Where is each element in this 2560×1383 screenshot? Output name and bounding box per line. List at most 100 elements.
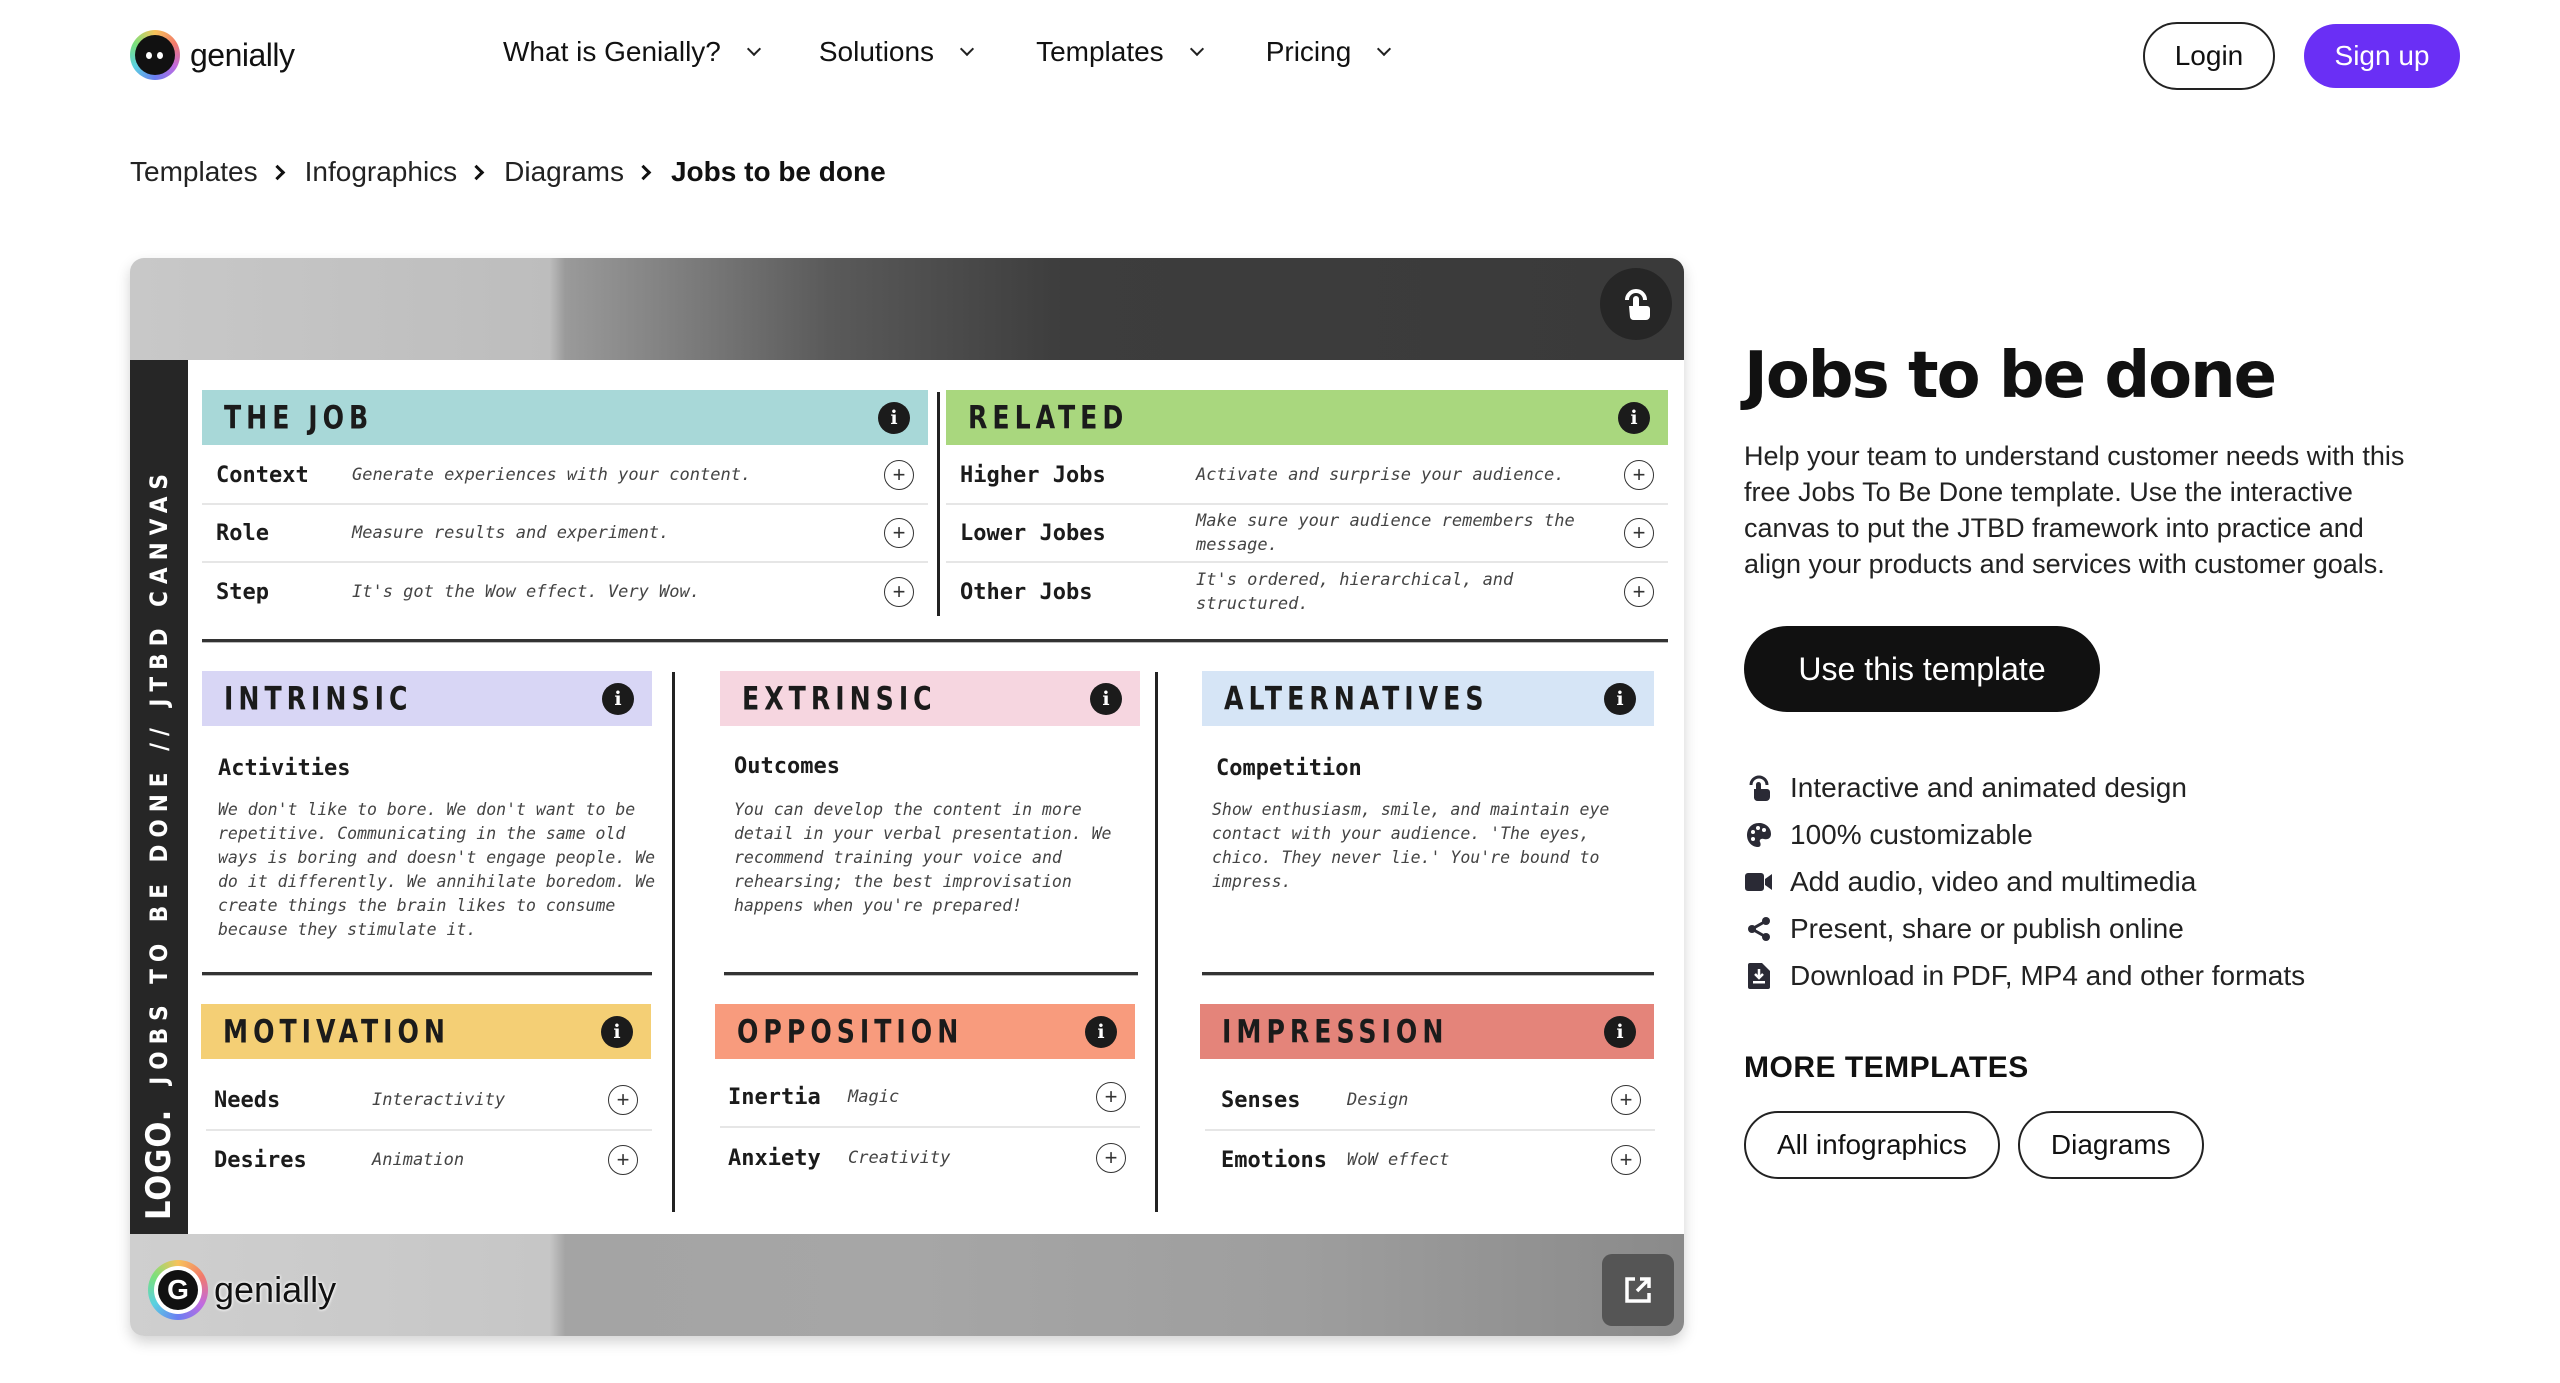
chevron-down-icon (1377, 41, 1392, 57)
row-label: Inertia (728, 1084, 821, 1110)
breadcrumb-templates[interactable]: Templates (130, 156, 258, 188)
feature-label: Interactive and animated design (1790, 771, 2187, 803)
plus-circle-icon[interactable]: + (1096, 1082, 1126, 1112)
section-subtitle: Activities (218, 756, 351, 781)
row-label: Anxiety (728, 1145, 821, 1171)
feature-label: Download in PDF, MP4 and other formats (1790, 959, 2306, 991)
side-logo-text: LOGO. (139, 1108, 179, 1220)
jtbd-canvas: THE JOB i Context Generate experiences wi… (188, 360, 1684, 1234)
feature-item: 100% customizable (1744, 811, 2444, 858)
download-file-icon (1744, 961, 1774, 991)
nav-label: Pricing (1265, 36, 1352, 67)
nav-what-is-genially[interactable]: What is Genially? (503, 36, 761, 68)
plus-circle-icon[interactable]: + (608, 1085, 638, 1115)
open-fullscreen-button[interactable] (1602, 1254, 1674, 1326)
row-label: Needs (214, 1087, 281, 1113)
row-label: Step (216, 579, 269, 605)
list-item: Higher Jobs Activate and surprise your au… (946, 447, 1668, 505)
list-item: Desires Animation + (206, 1131, 652, 1189)
impression-rows: Senses Design + Emotions WoW effect + (1205, 1071, 1655, 1189)
list-item: Senses Design + (1205, 1071, 1655, 1131)
share-icon (1744, 914, 1774, 944)
row-value: It's ordered, hierarchical, and structur… (1196, 570, 1514, 614)
list-item: Step It's got the Wow effect. Very Wow. + (202, 563, 928, 621)
list-item: Context Generate experiences with your co… (202, 447, 928, 505)
plus-circle-icon[interactable]: + (884, 518, 914, 548)
section-subtitle: Competition (1216, 756, 1362, 781)
nav-solutions[interactable]: Solutions (819, 36, 975, 68)
section-title: INTRINSIC (224, 679, 413, 718)
chevron-right-icon (468, 164, 485, 180)
plus-circle-icon[interactable]: + (1611, 1145, 1641, 1175)
info-icon[interactable]: i (1604, 682, 1636, 715)
feature-list: Interactive and animated design 100% cus… (1744, 764, 2444, 999)
breadcrumb-diagrams[interactable]: Diagrams (504, 156, 624, 188)
feature-item: Add audio, video and multimedia (1744, 858, 2444, 905)
info-icon[interactable]: i (1085, 1015, 1117, 1048)
section-title: RELATED (968, 398, 1129, 437)
info-icon[interactable]: i (1090, 682, 1122, 715)
template-preview[interactable]: LOGO. JOBS TO BE DONE // JTBD CANVAS THE … (130, 258, 1684, 1336)
chevron-down-icon (1189, 41, 1204, 57)
watermark-brand: genially (214, 1269, 337, 1310)
row-value: Measure results and experiment. (352, 523, 670, 543)
divider-horizontal (1202, 972, 1654, 976)
genially-logo[interactable]: genially (130, 30, 295, 80)
section-title: ALTERNATIVES (1224, 679, 1489, 718)
plus-circle-icon[interactable]: + (884, 577, 914, 607)
interactive-toggle-button[interactable] (1600, 268, 1672, 340)
external-link-icon (1625, 1277, 1651, 1303)
list-item: Emotions WoW effect + (1205, 1131, 1655, 1189)
side-title-text: JOBS TO BE DONE // JTBD CANVAS (145, 467, 173, 1085)
info-icon[interactable]: i (601, 1015, 633, 1048)
touch-icon (1625, 289, 1650, 321)
info-icon[interactable]: i (602, 682, 634, 715)
feature-label: 100% customizable (1790, 818, 2033, 850)
feature-item: Download in PDF, MP4 and other formats (1744, 952, 2444, 999)
section-related-header: RELATED i (946, 390, 1668, 445)
feature-item: Present, share or publish online (1744, 905, 2444, 952)
section-opposition-header: OPPOSITION i (715, 1004, 1135, 1059)
signup-button[interactable]: Sign up (2304, 24, 2460, 88)
divider-vertical (1155, 672, 1158, 1212)
plus-circle-icon[interactable]: + (1096, 1143, 1126, 1173)
plus-circle-icon[interactable]: + (884, 460, 914, 490)
row-value: Creativity (848, 1148, 951, 1168)
template-info-panel: Jobs to be done Help your team to unders… (1744, 340, 2444, 1179)
login-button[interactable]: Login (2143, 22, 2275, 90)
divider-horizontal (724, 972, 1138, 976)
row-value: Magic (848, 1087, 900, 1107)
section-subtitle: Outcomes (734, 754, 840, 779)
tag-all-infographics[interactable]: All infographics (1744, 1111, 2000, 1179)
list-item: Inertia Magic + (720, 1068, 1140, 1128)
row-label: Other Jobs (960, 579, 1093, 605)
info-icon[interactable]: i (1618, 401, 1650, 434)
info-icon[interactable]: i (1604, 1015, 1636, 1048)
plus-circle-icon[interactable]: + (1624, 518, 1654, 548)
site-header: genially What is Genially? Solutions Tem… (0, 0, 2560, 112)
section-description: Show enthusiasm, smile, and maintain eye… (1212, 800, 1610, 891)
nav-templates[interactable]: Templates (1036, 36, 1204, 68)
info-icon[interactable]: i (878, 401, 910, 434)
section-description: You can develop the content in more deta… (734, 800, 1112, 915)
breadcrumb: Templates Infographics Diagrams Jobs to … (130, 156, 886, 188)
more-templates-tags: All infographics Diagrams (1744, 1111, 2444, 1179)
nav-pricing[interactable]: Pricing (1265, 36, 1392, 68)
row-value: Generate experiences with your content. (352, 465, 752, 485)
row-label: Emotions (1221, 1147, 1327, 1173)
genially-watermark[interactable]: G genially (148, 1260, 336, 1320)
chevron-right-icon (269, 164, 285, 180)
plus-circle-icon[interactable]: + (1611, 1085, 1641, 1115)
row-value: Make sure your audience remembers the me… (1196, 511, 1575, 555)
section-extrinsic-header: EXTRINSIC i (720, 671, 1140, 726)
breadcrumb-infographics[interactable]: Infographics (305, 156, 458, 188)
related-rows: Higher Jobs Activate and surprise your au… (946, 447, 1668, 621)
plus-circle-icon[interactable]: + (1624, 577, 1654, 607)
list-item: Lower Jobes Make sure your audience remem… (946, 505, 1668, 563)
plus-circle-icon[interactable]: + (608, 1145, 638, 1175)
breadcrumb-current: Jobs to be done (670, 156, 886, 187)
tag-diagrams[interactable]: Diagrams (2017, 1111, 2204, 1179)
divider-horizontal (202, 639, 1668, 643)
plus-circle-icon[interactable]: + (1624, 460, 1654, 490)
use-template-button[interactable]: Use this template (1744, 626, 2100, 712)
